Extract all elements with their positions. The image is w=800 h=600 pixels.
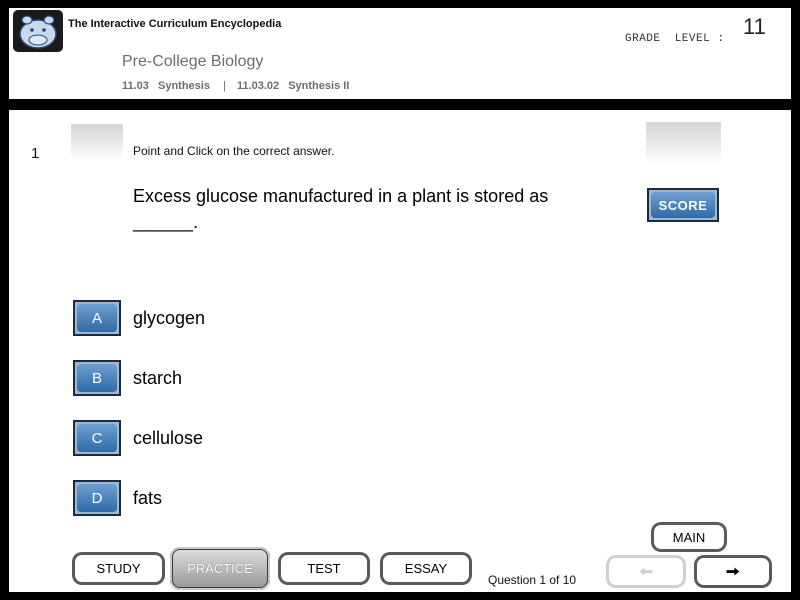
- essay-button-label: ESSAY: [383, 555, 469, 582]
- study-button-label: STUDY: [75, 555, 162, 582]
- breadcrumb: 11.03 Synthesis | 11.03.02 Synthesis II: [122, 80, 355, 92]
- study-button[interactable]: STUDY: [72, 552, 165, 585]
- breadcrumb-topic-1: Synthesis: [157, 80, 210, 92]
- encyclopedia-title: The Interactive Curriculum Encyclopedia: [68, 18, 282, 30]
- question-panel: 1 Point and Click on the correct answer.…: [9, 110, 791, 592]
- answer-d-button[interactable]: D: [73, 480, 121, 516]
- answer-b-letter: B: [77, 364, 117, 392]
- answer-a-letter: A: [77, 304, 117, 332]
- next-button[interactable]: 🠪: [694, 555, 772, 588]
- question-number: 1: [31, 145, 40, 162]
- breadcrumb-topic-2: Synthesis II: [288, 80, 350, 92]
- arrow-left-icon: 🠨: [638, 561, 654, 582]
- breadcrumb-code-2: 11.03.02: [236, 80, 280, 92]
- answer-d-text[interactable]: fats: [133, 488, 162, 509]
- breadcrumb-separator: |: [223, 80, 226, 92]
- answer-d-letter: D: [77, 484, 117, 512]
- question-text: Excess glucose manufactured in a plant i…: [133, 186, 549, 232]
- answer-option-c[interactable]: C cellulose: [73, 420, 673, 456]
- header-panel: The Interactive Curriculum Encyclopedia …: [9, 8, 791, 99]
- score-button-label: SCORE: [651, 192, 715, 218]
- answer-option-b[interactable]: B starch: [73, 360, 673, 396]
- answer-b-button[interactable]: B: [73, 360, 121, 396]
- answer-c-letter: C: [77, 424, 117, 452]
- previous-button[interactable]: 🠨: [606, 555, 686, 588]
- hippo-logo-icon: [13, 10, 63, 52]
- practice-button[interactable]: PRACTICE: [170, 547, 270, 590]
- main-button-label: MAIN: [654, 525, 724, 549]
- breadcrumb-code-1: 11.03: [122, 80, 149, 92]
- essay-button[interactable]: ESSAY: [380, 552, 472, 585]
- answer-a-text[interactable]: glycogen: [133, 308, 205, 329]
- answer-b-text[interactable]: starch: [133, 368, 182, 389]
- main-button[interactable]: MAIN: [651, 522, 727, 552]
- answer-option-d[interactable]: D fats: [73, 480, 673, 516]
- grade-level-value: 11: [743, 14, 766, 39]
- score-button[interactable]: SCORE: [647, 188, 719, 222]
- answer-a-button[interactable]: A: [73, 300, 121, 336]
- arrow-right-icon: 🠪: [725, 561, 741, 582]
- instruction-text: Point and Click on the correct answer.: [133, 144, 335, 158]
- answer-c-text[interactable]: cellulose: [133, 428, 203, 449]
- grade-level-label: GRADE LEVEL :: [625, 33, 725, 45]
- test-button[interactable]: TEST: [278, 552, 370, 585]
- decorative-gradient-right: [646, 122, 721, 166]
- practice-button-label: PRACTICE: [173, 550, 267, 587]
- course-title: Pre-College Biology: [122, 53, 264, 70]
- answer-c-button[interactable]: C: [73, 420, 121, 456]
- decorative-gradient-left: [71, 124, 123, 160]
- test-button-label: TEST: [281, 555, 367, 582]
- question-counter: Question 1 of 10: [488, 573, 577, 587]
- answer-option-a[interactable]: A glycogen: [73, 300, 673, 336]
